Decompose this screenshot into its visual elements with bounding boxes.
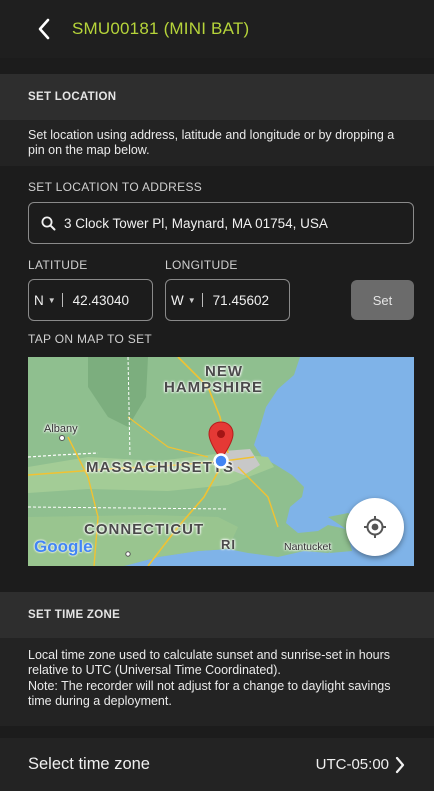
map-label-nantucket: Nantucket <box>284 541 332 553</box>
set-location-section-header: SET LOCATION <box>0 74 434 120</box>
latitude-field[interactable]: N ▼ 42.43040 <box>28 279 153 321</box>
address-label: SET LOCATION TO ADDRESS <box>28 180 203 194</box>
map-pin-icon <box>208 421 234 469</box>
map-label-ri: RI <box>221 537 236 552</box>
latitude-value[interactable]: 42.43040 <box>73 293 129 308</box>
latitude-direction-select[interactable]: N ▼ <box>29 293 56 308</box>
location-description-text: Set location using address, latitude and… <box>28 128 395 157</box>
header: SMU00181 (MINI BAT) <box>0 0 434 58</box>
longitude-value[interactable]: 71.45602 <box>213 293 269 308</box>
caret-down-icon: ▼ <box>187 295 196 305</box>
page-title: SMU00181 (MINI BAT) <box>72 19 250 38</box>
address-value: 3 Clock Tower Pl, Maynard, MA 01754, USA <box>64 215 328 231</box>
select-time-zone-row[interactable]: Select time zone UTC-05:00 <box>0 738 434 791</box>
map-label-albany: Albany <box>44 423 78 435</box>
caret-down-icon: ▼ <box>47 295 56 305</box>
set-coordinates-button[interactable]: Set <box>351 280 414 320</box>
map-label: TAP ON MAP TO SET <box>28 332 153 346</box>
longitude-field[interactable]: W ▼ 71.45602 <box>165 279 290 321</box>
my-location-button[interactable] <box>346 498 404 556</box>
time-zone-description: Local time zone used to calculate sunset… <box>0 638 434 726</box>
header-spacer <box>0 58 434 74</box>
divider <box>61 293 63 307</box>
latitude-direction: N <box>34 292 44 308</box>
latitude-label: LATITUDE <box>28 258 88 272</box>
map-label-new-hampshire-2: HAMPSHIRE <box>164 379 264 396</box>
longitude-direction: W <box>171 292 184 308</box>
time-zone-value-wrap: UTC-05:00 <box>316 756 406 774</box>
google-logo: Google <box>34 537 93 556</box>
time-zone-value: UTC-05:00 <box>315 756 389 773</box>
crosshair-icon <box>364 516 386 538</box>
time-zone-note: Note: The recorder will not adjust for a… <box>28 679 391 708</box>
chevron-left-icon <box>38 18 50 40</box>
back-button[interactable] <box>22 7 66 51</box>
map-label-new-hampshire-1: NEW <box>205 363 243 380</box>
address-search-input[interactable]: 3 Clock Tower Pl, Maynard, MA 01754, USA <box>28 202 414 244</box>
set-time-zone-section-header: SET TIME ZONE <box>0 592 434 638</box>
longitude-direction-select[interactable]: W ▼ <box>166 293 196 308</box>
map-label-connecticut: CONNECTICUT <box>84 521 205 538</box>
divider <box>201 293 203 307</box>
longitude-label: LONGITUDE <box>165 258 238 272</box>
search-icon <box>41 216 56 230</box>
time-zone-description-text: Local time zone used to calculate sunset… <box>28 648 391 677</box>
select-time-zone-label: Select time zone <box>28 755 150 773</box>
chevron-right-icon <box>395 756 405 773</box>
set-location-description: Set location using address, latitude and… <box>0 120 434 166</box>
